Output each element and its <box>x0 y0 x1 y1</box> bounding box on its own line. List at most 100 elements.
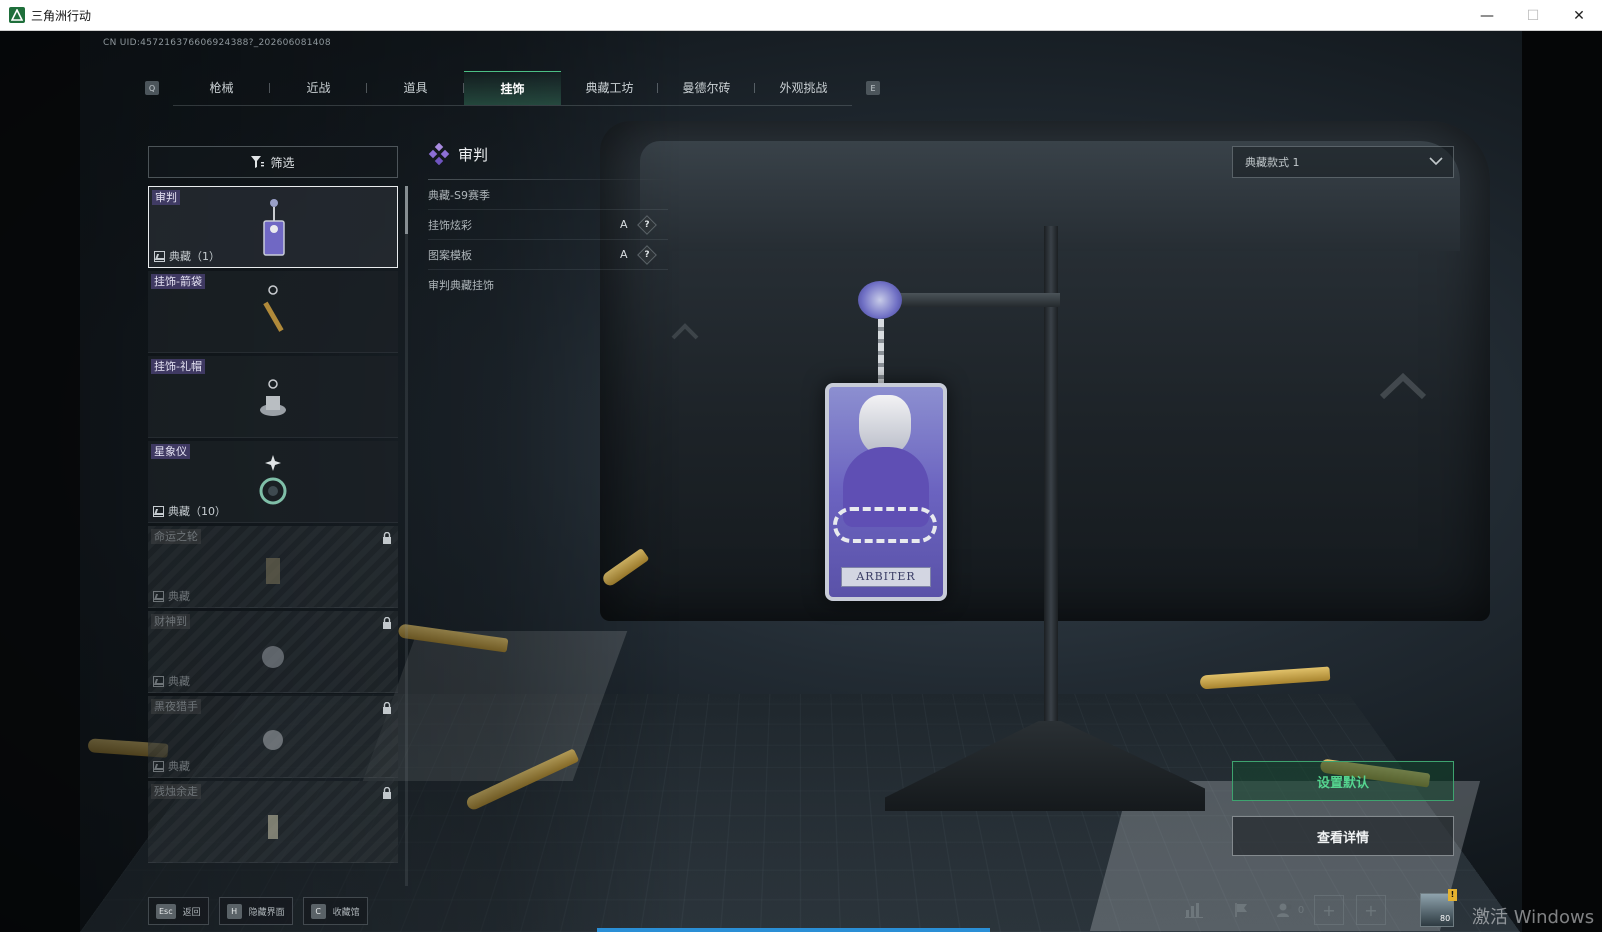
list-scrollbar-thumb[interactable] <box>405 186 408 234</box>
arbiter-charm-model[interactable]: ARBITER <box>825 383 947 601</box>
list-item[interactable]: 黑夜猎手 典藏 <box>148 696 398 778</box>
detail-title: 审判 <box>458 145 489 164</box>
add-slot-button[interactable]: + <box>1314 895 1344 925</box>
minimize-button[interactable]: — <box>1464 0 1510 31</box>
list-item-collection: 典藏（10） <box>153 503 226 519</box>
list-item[interactable]: 残烛余走 <box>148 781 398 863</box>
quiver-charm-icon <box>263 285 284 332</box>
left-letterbox <box>0 31 80 932</box>
key-cap: Esc <box>156 903 176 919</box>
list-item[interactable]: 命运之轮 典藏 <box>148 526 398 608</box>
detail-row-colorway: 挂饰炫彩 A ? <box>428 210 668 240</box>
footer-key-hints: Esc 返回 H 隐藏界面 C 收藏馆 <box>148 897 368 925</box>
flag-icon[interactable] <box>1218 893 1266 927</box>
collection-icon <box>153 590 164 602</box>
filter-label: 筛选 <box>270 155 295 170</box>
prev-tab-key-hint[interactable]: Q <box>145 81 159 95</box>
right-letterbox <box>1522 31 1602 932</box>
bullet-prop <box>1199 666 1331 690</box>
tab-items[interactable]: 道具 <box>367 71 464 105</box>
grade-value: A <box>620 218 628 231</box>
window-titlebar: 三角洲行动 — ☐ ✕ <box>0 0 1602 31</box>
window-controls: — ☐ ✕ <box>1464 0 1602 31</box>
tab-appearance-challenge[interactable]: 外观挑战 <box>755 71 852 105</box>
lock-icon <box>383 532 391 544</box>
tab-guns[interactable]: 枪械 <box>173 71 270 105</box>
tab-mandel-brick[interactable]: 曼德尔砖 <box>658 71 755 105</box>
user-uid-text: CN UID:457216376606924388?_202606081408 <box>103 38 331 48</box>
category-tabs: 枪械 近战 道具 挂饰 典藏工坊 曼德尔砖 外观挑战 <box>173 70 852 106</box>
lock-icon <box>383 617 391 629</box>
list-item[interactable]: 审判 典藏（1） <box>148 186 398 268</box>
list-item-name: 黑夜猎手 <box>151 699 201 714</box>
list-scrollbar[interactable] <box>405 186 408 886</box>
hide-ui-button[interactable]: H 隐藏界面 <box>218 897 293 925</box>
lock-icon <box>383 702 391 714</box>
back-button[interactable]: Esc 返回 <box>148 897 209 925</box>
view-details-button[interactable]: 查看详情 <box>1232 816 1454 856</box>
detail-row-pattern: 图案模板 A ? <box>428 240 668 270</box>
avatar-level: 80 <box>1440 914 1451 923</box>
list-item-name: 财神到 <box>151 614 190 629</box>
tab-collection-workshop[interactable]: 典藏工坊 <box>561 71 658 105</box>
list-item-name: 残烛余走 <box>151 784 201 799</box>
app-logo-icon <box>9 7 25 23</box>
help-icon[interactable]: ? <box>637 214 657 235</box>
window-title: 三角洲行动 <box>31 8 92 23</box>
tophat-charm-icon <box>260 379 286 416</box>
tab-melee[interactable]: 近战 <box>270 71 367 105</box>
charm-chain <box>878 319 884 383</box>
fortune-god-charm-icon <box>262 646 284 668</box>
avatar-alert-badge: ! <box>1448 889 1457 901</box>
list-item-collection: 典藏 <box>153 673 190 689</box>
list-item-name: 审判 <box>152 190 180 205</box>
list-item[interactable]: 财神到 典藏 <box>148 611 398 693</box>
next-tab-key-hint[interactable]: E <box>866 81 880 95</box>
maximize-button[interactable]: ☐ <box>1510 0 1556 31</box>
charm-detail-panel: 审判 典藏-S9赛季 挂饰炫彩 A ? 图案模板 A ? 审判典藏挂饰 <box>428 139 668 300</box>
collection-icon <box>154 250 165 262</box>
detail-description: 审判典藏挂饰 <box>428 279 494 292</box>
list-item-collection: 典藏 <box>153 588 190 604</box>
chevron-up-icon <box>1379 372 1427 400</box>
filter-button[interactable]: 筛选 <box>148 146 398 178</box>
charm-thumbnail-icon <box>263 199 285 256</box>
lock-icon <box>383 787 391 799</box>
charm-card-label: ARBITER <box>841 567 931 587</box>
list-item[interactable]: 挂饰-礼帽 <box>148 356 398 438</box>
bottom-progress-strip <box>597 928 990 932</box>
list-item-name: 命运之轮 <box>151 529 201 544</box>
collection-icon <box>153 675 164 687</box>
list-item[interactable]: 星象仪 典藏（10） <box>148 441 398 523</box>
chevron-down-icon <box>1429 157 1443 166</box>
list-item[interactable]: 挂饰-箭袋 <box>148 271 398 353</box>
wheel-of-fate-charm-icon <box>266 558 280 584</box>
list-item-name: 星象仪 <box>151 444 190 459</box>
charm-mask-head <box>859 395 911 455</box>
collection-hall-button[interactable]: C 收藏馆 <box>302 897 368 925</box>
windows-activation-watermark: 激活 Windows <box>1472 907 1595 928</box>
list-item-collection: 典藏（1） <box>154 248 220 264</box>
key-cap: C <box>310 903 326 919</box>
filter-icon <box>251 156 265 168</box>
set-default-button[interactable]: 设置默认 <box>1232 761 1454 801</box>
status-bar: 0 + + <box>1170 893 1398 927</box>
grade-value: A <box>620 248 628 261</box>
style-select-value: 典藏款式 1 <box>1245 156 1300 169</box>
night-hunter-charm-icon <box>263 730 283 750</box>
detail-header: 审判 <box>428 139 668 169</box>
key-cap: H <box>226 903 242 919</box>
help-icon[interactable]: ? <box>637 244 657 265</box>
charm-list: 审判 典藏（1） 挂饰-箭袋 挂饰-礼帽 星象仪 典藏（10） 命运之轮 典藏 … <box>148 186 398 888</box>
stats-chart-icon[interactable] <box>1170 893 1218 927</box>
tab-charms[interactable]: 挂饰 <box>464 70 561 105</box>
astrolabe-charm-icon <box>259 455 287 505</box>
collection-style-select[interactable]: 典藏款式 1 <box>1232 146 1454 178</box>
charm-spiked-hook <box>858 281 902 319</box>
game-viewport: ARBITER CN UID:457216376606924388?_20260… <box>0 31 1602 932</box>
add-slot-button[interactable]: + <box>1356 895 1386 925</box>
rarity-diamond-icon <box>428 143 450 165</box>
list-item-name: 挂饰-箭袋 <box>151 274 205 289</box>
friends-icon[interactable]: 0 <box>1266 893 1314 927</box>
close-button[interactable]: ✕ <box>1556 0 1602 31</box>
